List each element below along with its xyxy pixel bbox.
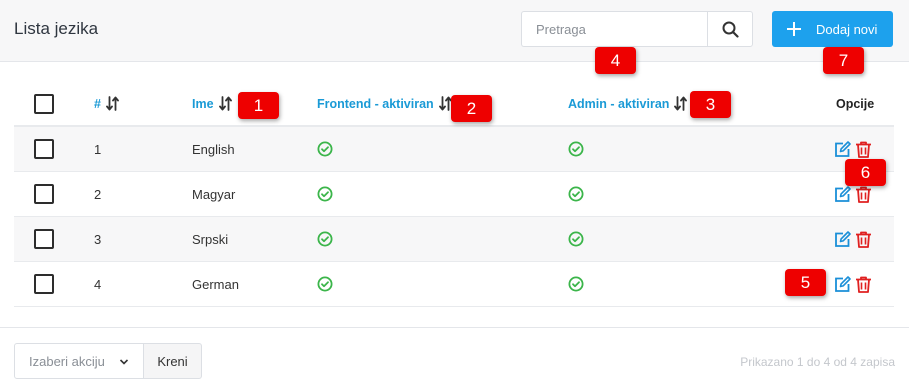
column-admin-label: Admin - aktiviran <box>568 96 670 111</box>
records-summary: Prikazano 1 do 4 od 4 zapisa <box>740 355 895 369</box>
row-checkbox[interactable] <box>34 229 54 249</box>
table-row: 2 Magyar <box>14 172 894 217</box>
annotation-badge-1: 1 <box>238 92 279 119</box>
check-circle-icon <box>317 276 333 292</box>
add-new-label: Dodaj novi <box>816 21 878 37</box>
column-number[interactable]: # <box>94 82 119 125</box>
search-icon <box>722 21 739 38</box>
select-all-checkbox[interactable] <box>34 93 54 114</box>
row-name: Magyar <box>192 186 236 202</box>
check-circle-icon <box>317 186 333 202</box>
check-circle-icon <box>568 186 584 202</box>
table-row: 1 English <box>14 127 894 172</box>
footer-divider <box>0 327 909 328</box>
chevron-down-icon <box>119 359 129 365</box>
annotation-badge-4: 4 <box>595 47 636 74</box>
column-number-label: # <box>94 96 101 111</box>
row-name: German <box>192 276 239 292</box>
row-checkbox[interactable] <box>34 139 54 159</box>
row-name: English <box>192 141 235 157</box>
go-button[interactable]: Kreni <box>143 343 202 379</box>
page-title: Lista jezika <box>14 19 99 38</box>
row-checkbox[interactable] <box>34 184 54 204</box>
annotation-badge-2: 2 <box>451 95 492 122</box>
search-input[interactable] <box>521 11 708 47</box>
sort-icon <box>106 96 119 111</box>
column-frontend[interactable]: Frontend - aktiviran <box>317 82 452 125</box>
trash-icon[interactable] <box>855 276 872 293</box>
annotation-badge-6: 6 <box>845 159 886 186</box>
row-number: 2 <box>94 186 102 202</box>
edit-icon[interactable] <box>834 140 851 158</box>
row-number: 3 <box>94 231 102 247</box>
edit-icon[interactable] <box>834 230 851 248</box>
row-number: 1 <box>94 141 102 157</box>
check-circle-icon <box>568 141 584 157</box>
column-name-label: Ime <box>192 96 214 111</box>
table-row: 3 Srpski <box>14 217 894 262</box>
column-options-label: Opcije <box>836 96 875 111</box>
bulk-action-placeholder: Izaberi akciju <box>29 353 105 369</box>
page-header: Lista jezika Dodaj novi <box>0 0 909 62</box>
row-checkbox[interactable] <box>34 274 54 294</box>
sort-icon <box>438 96 452 111</box>
trash-icon[interactable] <box>855 186 872 203</box>
search-button[interactable] <box>707 11 753 47</box>
table-row: 4 German <box>14 262 894 307</box>
trash-icon[interactable] <box>855 141 872 158</box>
annotation-badge-3: 3 <box>690 91 731 118</box>
add-new-button[interactable]: Dodaj novi <box>772 11 893 47</box>
check-circle-icon <box>317 141 333 157</box>
trash-icon[interactable] <box>855 231 872 248</box>
row-name: Srpski <box>192 231 229 247</box>
plus-icon <box>787 22 801 36</box>
sort-icon <box>218 96 232 111</box>
annotation-badge-5: 5 <box>785 269 826 296</box>
annotation-badge-7: 7 <box>823 47 864 74</box>
row-number: 4 <box>94 276 102 292</box>
column-name[interactable]: Ime <box>192 82 232 125</box>
column-admin[interactable]: Admin - aktiviran <box>568 82 688 125</box>
edit-icon[interactable] <box>834 275 851 293</box>
edit-icon[interactable] <box>834 185 851 203</box>
check-circle-icon <box>568 276 584 292</box>
check-circle-icon <box>568 231 584 247</box>
column-frontend-label: Frontend - aktiviran <box>317 96 434 111</box>
bulk-action-select[interactable]: Izaberi akciju <box>14 343 144 379</box>
sort-icon <box>674 96 688 111</box>
check-circle-icon <box>317 231 333 247</box>
